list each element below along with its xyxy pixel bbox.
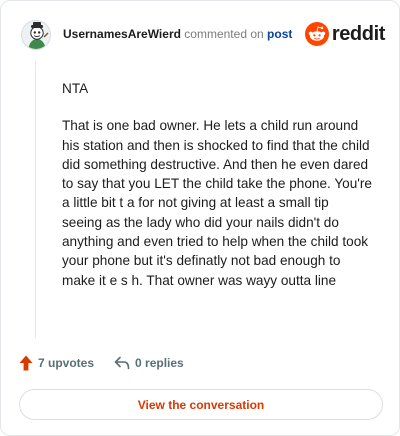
comment-embed-card: UsernamesAreWierd commented on post redd…	[0, 0, 400, 436]
avatar-image	[22, 21, 50, 49]
reply-button[interactable]: 0 replies	[114, 356, 184, 370]
upvote-count: 7 upvotes	[38, 356, 95, 370]
comment-paragraph: That is one bad owner. He lets a child r…	[62, 118, 372, 288]
reddit-logo[interactable]: reddit	[304, 21, 386, 47]
view-conversation-button[interactable]: View the conversation	[19, 389, 383, 420]
comment-actions: 7 upvotes 0 replies	[19, 353, 184, 373]
user-avatar[interactable]	[21, 20, 51, 50]
reddit-wordmark: reddit	[331, 22, 386, 45]
upvote-button[interactable]: 7 upvotes	[19, 355, 94, 371]
reddit-snoo-icon	[304, 22, 329, 46]
commented-on-text: commented on	[184, 27, 264, 41]
comment-meta: UsernamesAreWierd commented on post	[63, 27, 292, 42]
comment-paragraph: NTA	[62, 81, 89, 96]
reply-arrow-icon	[114, 356, 130, 370]
thread-line	[35, 61, 36, 338]
comment-header: UsernamesAreWierd commented on post redd…	[17, 15, 387, 55]
username-link[interactable]: UsernamesAreWierd	[63, 27, 181, 41]
comment-body: NTA That is one bad owner. He lets a chi…	[62, 79, 372, 308]
reply-count: 0 replies	[135, 356, 184, 370]
upvote-arrow-icon	[19, 355, 33, 371]
post-link[interactable]: post	[267, 27, 292, 41]
